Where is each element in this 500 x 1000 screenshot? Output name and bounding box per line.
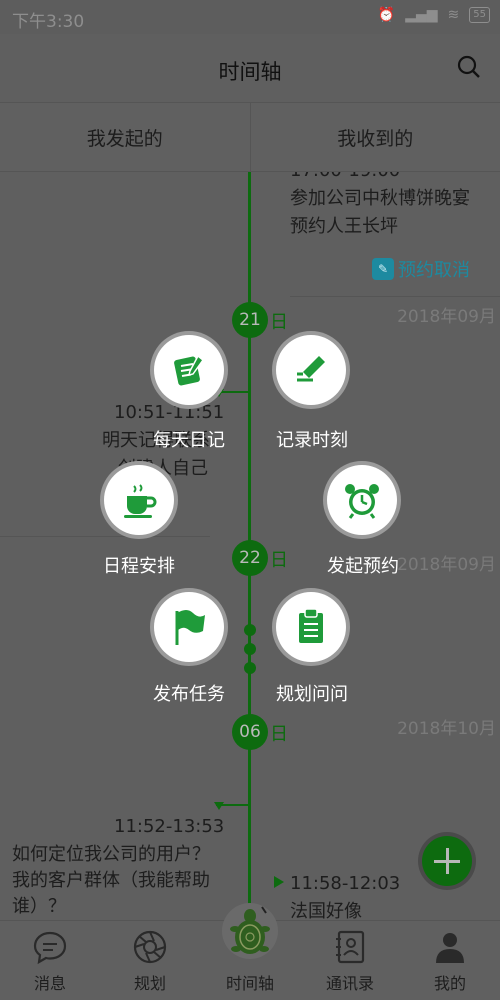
divider: [290, 296, 500, 297]
date-unit: 日: [270, 550, 288, 571]
battery-icon: 55: [469, 7, 490, 23]
alarm-clock-icon: [345, 484, 379, 519]
cancel-reservation-button[interactable]: ✎ 预约取消: [372, 256, 470, 282]
person-icon: [436, 933, 464, 963]
event-title-line: 谁）？: [12, 896, 66, 917]
month-label: 2018年10月: [397, 719, 496, 739]
nav-plan-label: 规划: [133, 974, 166, 993]
schedule-button[interactable]: [104, 465, 174, 535]
divider: [0, 536, 210, 537]
search-icon[interactable]: [456, 54, 482, 80]
event-title[interactable]: 参加公司中秋博饼晚宴: [290, 186, 470, 212]
alarm-status-icon: ⏰: [377, 7, 396, 23]
nav-messages-label: 消息: [33, 974, 66, 993]
publish-task-label: 发布任务: [153, 684, 225, 705]
date-node: 22: [232, 540, 268, 576]
plan-ask-button[interactable]: [276, 592, 346, 662]
tab-initiated[interactable]: 我发起的: [0, 103, 250, 171]
contacts-book-icon: [336, 930, 365, 964]
chat-bubble-icon: [33, 931, 67, 965]
signal-icon: ▂▄▆: [405, 7, 438, 23]
flag-icon: [175, 610, 205, 645]
pencil-note-icon: [297, 356, 325, 382]
page-title: 时间轴: [218, 60, 282, 84]
publish-task-button[interactable]: [154, 592, 224, 662]
wifi-icon: ≋: [447, 7, 460, 23]
timeline-marker: [274, 876, 284, 888]
nav-timeline[interactable]: 时间轴: [200, 903, 300, 1000]
more-dot: [244, 662, 256, 674]
schedule-label: 日程安排: [103, 556, 175, 577]
daily-diary-label: 每天日记: [153, 430, 225, 451]
event-time: 11:52-13:53: [114, 816, 225, 837]
status-icons: ⏰ ▂▄▆ ≋ 55: [378, 7, 490, 23]
nav-mine-label: 我的: [433, 974, 466, 993]
date-node: 21: [232, 302, 268, 338]
event-title[interactable]: 如何定位我公司的用户？: [12, 842, 210, 868]
event-time: 11:58-12:03: [290, 873, 401, 894]
turtle-icon: [222, 903, 278, 959]
event-time: 17:00-19:00: [290, 172, 400, 184]
status-time: 下午3:30: [12, 12, 85, 32]
event-title[interactable]: 法国好像: [290, 899, 362, 920]
timeline-marker: [214, 802, 224, 810]
cancel-reservation-label: 预约取消: [398, 260, 470, 281]
plan-ask-label: 规划问问: [276, 684, 348, 705]
cancel-icon: ✎: [372, 258, 394, 280]
month-label: 2018年09月: [397, 555, 496, 575]
nav-messages[interactable]: 消息: [0, 921, 100, 1000]
aperture-icon: [133, 930, 167, 964]
event-title-line: 我的客户群体（我能帮助: [12, 870, 210, 891]
diary-icon: [174, 354, 205, 386]
nav-timeline-label: 时间轴: [225, 974, 274, 993]
tab-received[interactable]: 我收到的: [249, 103, 500, 171]
date-unit: 日: [270, 312, 288, 333]
nav-mine[interactable]: 我的: [400, 921, 500, 1000]
daily-diary-button[interactable]: [154, 335, 224, 405]
bottom-nav: 消息 规划 时间轴 通讯录 我的: [0, 903, 500, 1000]
nav-contacts-label: 通讯录: [325, 974, 374, 993]
clipboard-icon: [299, 608, 323, 643]
title-bar: 时间轴: [0, 34, 500, 102]
tab-bar: 我发起的 我收到的: [0, 102, 500, 172]
timeline-feed[interactable]: 17:00-19:00 参加公司中秋博饼晚宴 预约人王长坪 ✎ 预约取消 201…: [0, 172, 500, 920]
record-moment-button[interactable]: [276, 335, 346, 405]
month-label: 2018年09月: [397, 307, 496, 327]
event-reserver: 预约人王长坪: [290, 216, 398, 237]
nav-contacts[interactable]: 通讯录: [300, 921, 400, 1000]
event-time: 10:51-11:51: [114, 402, 225, 423]
more-dot: [244, 643, 256, 655]
status-bar: 下午3:30 ⏰ ▂▄▆ ≋ 55: [0, 0, 500, 34]
more-dot: [244, 624, 256, 636]
add-button[interactable]: [422, 836, 472, 886]
make-appointment-button[interactable]: [327, 465, 397, 535]
make-appointment-label: 发起预约: [327, 556, 399, 577]
date-node: 06: [232, 714, 268, 750]
record-moment-label: 记录时刻: [276, 430, 348, 451]
coffee-cup-icon: [124, 484, 157, 518]
date-unit: 日: [270, 724, 288, 745]
nav-plan[interactable]: 规划: [100, 921, 200, 1000]
